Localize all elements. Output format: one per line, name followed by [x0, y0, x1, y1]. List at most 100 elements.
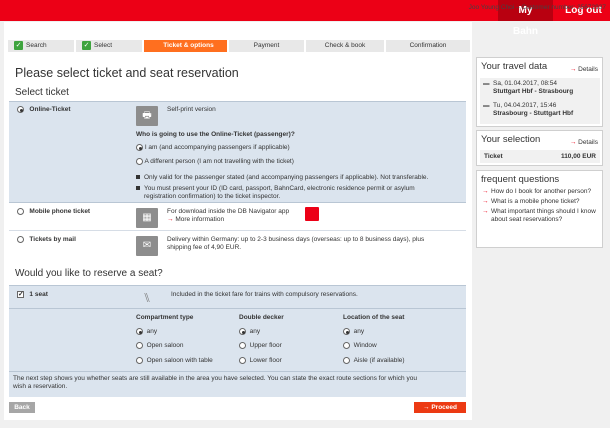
mail-ticket-radio[interactable] [17, 236, 24, 243]
proceed-button[interactable]: → Proceed [414, 402, 466, 413]
passenger-self-label: I am (and accompanying passengers if app… [144, 144, 290, 152]
compartment-open-saloon-table[interactable]: Open saloon with table [136, 357, 213, 365]
passenger-self-option[interactable]: I am (and accompanying passengers if app… [136, 144, 290, 152]
option-label: any [249, 328, 261, 336]
faq-link-3[interactable]: What important things should I know abou… [477, 208, 602, 226]
compartment-type-title: Compartment type [136, 314, 194, 321]
printer-icon: 🖶 [136, 106, 158, 126]
double-decker-title: Double decker [239, 314, 284, 321]
decker-upper-radio[interactable] [239, 342, 246, 349]
compartment-any[interactable]: any [136, 328, 157, 336]
location-aisle-radio[interactable] [343, 357, 350, 364]
option-label: Upper floor [249, 342, 282, 350]
outbound-date: Sa, 01.04.2017, 08:54 [493, 80, 557, 87]
passenger-self-radio[interactable] [136, 144, 143, 151]
online-ticket-option[interactable]: Online-Ticket [17, 106, 70, 113]
faq-box: frequent questions How do I book for ano… [476, 170, 603, 248]
seat-label: 1 seat [29, 291, 48, 299]
mail-ticket-option[interactable]: Tickets by mail [17, 236, 76, 243]
decker-upper[interactable]: Upper floor [239, 342, 282, 350]
mobile-ticket-desc: For download inside the DB Navigator app [167, 208, 290, 215]
db-navigator-app-icon [305, 207, 319, 221]
bullet-icon [136, 175, 140, 180]
compartment-any-radio[interactable] [136, 328, 143, 335]
outbound-journey: ▬ Sa, 01.04.2017, 08:54 Stuttgart Hbf - S… [483, 80, 573, 96]
passenger-other-radio[interactable] [136, 158, 143, 165]
note-validity-text: Only valid for the passenger stated (and… [144, 174, 429, 181]
option-label: any [353, 328, 365, 336]
reserve-seat-heading: Would you like to reserve a seat? [15, 268, 163, 279]
envelope-icon: ✉ [136, 236, 158, 256]
selection-details-link[interactable]: → Details [570, 139, 598, 146]
step-label: Select [94, 42, 113, 49]
selection-box: Your selection → Details Ticket 110,00 E… [476, 130, 603, 166]
compartment-open-saloon-table-radio[interactable] [136, 357, 143, 364]
mail-ticket-desc1: Delivery within Germany: up to 2-3 busin… [167, 236, 425, 243]
step-search[interactable]: ✓ Search [8, 40, 74, 52]
return-date: Tu, 04.04.2017, 15:46 [493, 102, 557, 109]
faq-link-1[interactable]: How do I book for another person? [477, 188, 602, 198]
location-any[interactable]: any [343, 328, 364, 336]
details-label: Details [578, 66, 598, 73]
mobile-ticket-radio[interactable] [17, 208, 24, 215]
selection-price: 110,00 EUR [560, 153, 596, 160]
note-validity: Only valid for the passenger stated (and… [136, 174, 428, 182]
mobile-ticket-section: Mobile phone ticket ▦ For download insid… [9, 204, 466, 231]
decker-any[interactable]: any [239, 328, 260, 336]
travel-details-link[interactable]: → Details [570, 66, 598, 73]
step-label: Search [26, 42, 47, 49]
decker-lower[interactable]: Lower floor [239, 357, 282, 365]
compartment-open-saloon-radio[interactable] [136, 342, 143, 349]
back-button[interactable]: Back [9, 402, 35, 413]
step-ticket-options: Ticket & options [144, 40, 227, 52]
selection-item: Ticket [484, 153, 503, 160]
step-confirmation: Confirmation [386, 40, 470, 52]
check-icon: ✓ [14, 40, 23, 50]
online-ticket-section: Online-Ticket 🖶 Self-print version Who i… [9, 101, 466, 203]
online-ticket-desc: Self-print version [167, 106, 216, 113]
online-ticket-label: Online-Ticket [29, 106, 71, 114]
travel-data-box: Your travel data → Details ▬ Sa, 01.04.20… [476, 57, 603, 127]
passenger-other-label: A different person (I am not travelling … [144, 158, 294, 166]
option-label: Lower floor [249, 357, 282, 365]
details-label: Details [578, 139, 598, 146]
progress-steps: ✓ Search ✓ Select Ticket & options Payment… [8, 40, 470, 52]
check-icon: ✓ [82, 40, 91, 50]
step-check-book: Check & book [306, 40, 384, 52]
passenger-other-option[interactable]: A different person (I am not travelling … [136, 158, 294, 166]
online-ticket-radio[interactable] [17, 106, 24, 113]
more-information-label: More information [175, 216, 225, 223]
seat-reservation-section: 1 seat ⑊ Included in the ticket fare for… [9, 285, 466, 397]
passenger-question: Who is going to use the Online-Ticket (p… [136, 131, 295, 138]
bullet-icon [136, 186, 140, 191]
arrow-right-icon: → [167, 216, 174, 223]
note-id-cont: registration confirmation) to the ticket… [144, 193, 281, 200]
customer-info: Joo Young Choi – Customer number: 356729… [468, 4, 606, 11]
location-window-radio[interactable] [343, 342, 350, 349]
more-information-link[interactable]: → More information [167, 216, 224, 224]
compartment-open-saloon[interactable]: Open saloon [136, 342, 184, 350]
option-label: Window [353, 342, 377, 350]
mobile-ticket-option[interactable]: Mobile phone ticket [17, 208, 90, 215]
location-aisle[interactable]: Aisle (if available) [343, 357, 405, 365]
seat-desc: Included in the ticket fare for trains w… [171, 291, 358, 298]
note-id: You must present your ID (ID card, passp… [136, 185, 415, 193]
mail-ticket-section: Tickets by mail ✉ Delivery within German… [9, 232, 466, 260]
decker-lower-radio[interactable] [239, 357, 246, 364]
reservation-note-1: The next step shows you whether seats ar… [13, 375, 417, 382]
option-label: Open saloon [146, 342, 184, 350]
select-ticket-heading: Select ticket [15, 87, 69, 98]
arrow-right-icon: → [569, 139, 577, 146]
proceed-label: Proceed [431, 404, 457, 411]
seat-checkbox[interactable] [17, 290, 24, 298]
mobile-phone-icon: ▦ [136, 208, 158, 228]
step-select[interactable]: ✓ Select [76, 40, 142, 52]
seat-location-title: Location of the seat [343, 314, 405, 321]
faq-link-2[interactable]: What is a mobile phone ticket? [477, 198, 602, 208]
train-icon: ▬ [483, 102, 490, 109]
location-any-radio[interactable] [343, 328, 350, 335]
location-window[interactable]: Window [343, 342, 377, 350]
seat-option[interactable]: 1 seat [17, 290, 48, 299]
return-route: Strasbourg - Stuttgart Hbf [493, 110, 574, 117]
decker-any-radio[interactable] [239, 328, 246, 335]
